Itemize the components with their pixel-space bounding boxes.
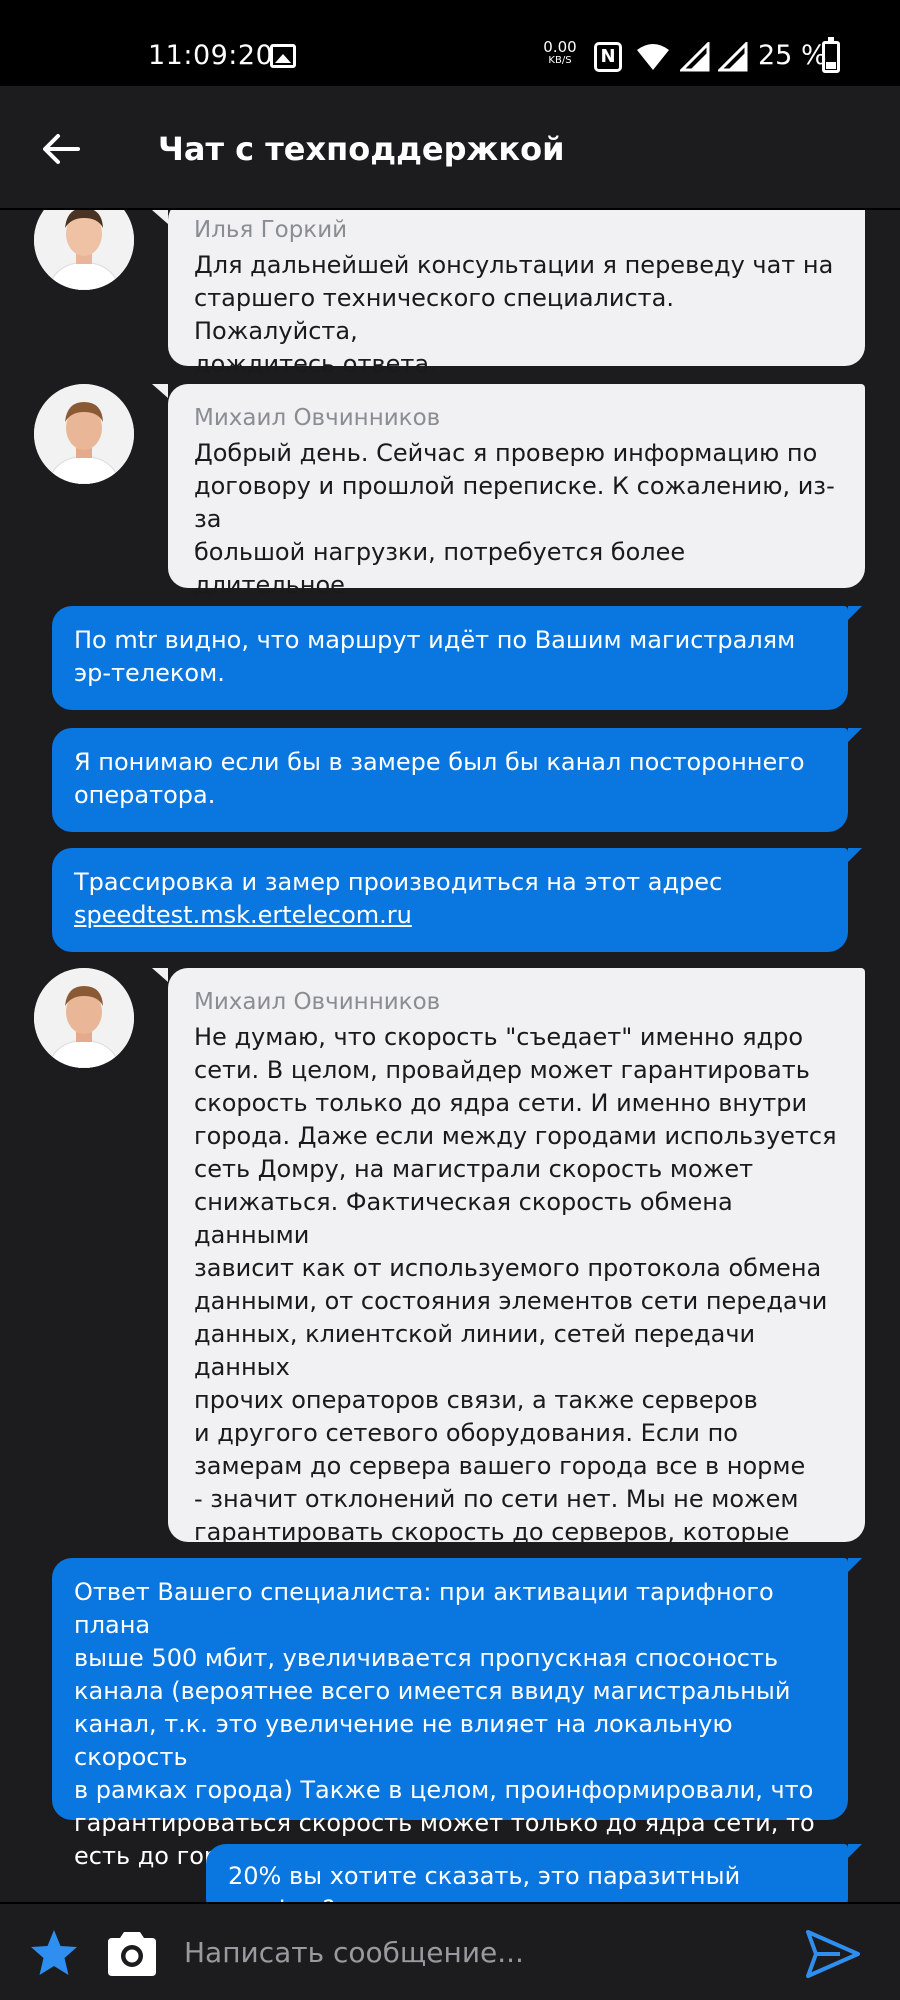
message-text: Ответ Вашего специалиста: при активации … [74,1578,815,1870]
message-sender: Илья Горкий [194,217,348,243]
star-icon[interactable] [26,1926,82,1982]
avatar-photo-icon [34,210,134,290]
avatar[interactable] [34,968,134,1068]
back-arrow-icon[interactable] [36,124,86,174]
incoming-message[interactable]: Илья Горкий Для дальнейшей консультации … [152,210,865,378]
avatar[interactable] [34,384,134,484]
status-time: 11:09:20 [148,40,274,71]
chat-messages[interactable]: Илья Горкий Для дальнейшей консультации … [0,210,900,1902]
network-speed-value: 0.00 [543,38,577,56]
message-link[interactable]: speedtest.msk.ertelecom.ru [74,899,826,932]
message-text: По mtr видно, что маршрут идёт по Вашим … [74,626,796,687]
message-sender: Михаил Овчинников [194,405,441,431]
outgoing-message[interactable]: Ответ Вашего специалиста: при активации … [52,1558,862,1870]
camera-icon[interactable] [104,1928,160,1980]
app-bar: Чат с техподдержкой [0,86,900,210]
avatar-photo-icon [34,384,134,484]
signal-icon-2 [718,42,748,72]
signal-icon [680,42,710,72]
message-text: Трассировка и замер производиться на это… [74,868,723,896]
incoming-message[interactable]: Михаил Овчинников Не думаю, что скорость… [152,968,865,1579]
page-title: Чат с техподдержкой [158,130,565,168]
incoming-message[interactable]: Михаил Овчинников Добрый день. Сейчас я … [152,384,865,632]
wifi-icon [637,44,669,70]
send-icon[interactable] [804,1928,860,1980]
message-text: Я понимаю если бы в замере был бы канал … [74,748,805,809]
message-text: Не думаю, что скорость "съедает" именно … [194,1023,837,1579]
status-bar: 11:09:20 0.00 KB/S N 25 % [0,0,900,86]
avatar[interactable] [34,210,134,290]
battery-percent: 25 % [758,40,827,71]
outgoing-message[interactable]: Трассировка и замер производиться на это… [52,848,862,952]
network-speed: 0.00 KB/S [538,40,582,67]
outgoing-message[interactable]: 20% вы хотите сказать, это паразитный тр… [206,1844,862,1902]
message-sender: Михаил Овчинников [194,989,441,1015]
outgoing-message[interactable]: Я понимаю если бы в замере был бы канал … [52,728,862,832]
message-text: Для дальнейшей консультации я переведу ч… [194,251,834,378]
battery-icon [822,37,840,73]
outgoing-message[interactable]: По mtr видно, что маршрут идёт по Вашим … [52,606,862,710]
message-input[interactable] [184,1926,784,1978]
avatar-photo-icon [34,968,134,1068]
image-notification-icon [270,44,296,68]
message-composer [0,1902,900,2000]
nfc-icon: N [594,42,622,72]
network-speed-unit: KB/S [548,55,572,66]
message-text: 20% вы хотите сказать, это паразитный тр… [228,1862,741,1902]
